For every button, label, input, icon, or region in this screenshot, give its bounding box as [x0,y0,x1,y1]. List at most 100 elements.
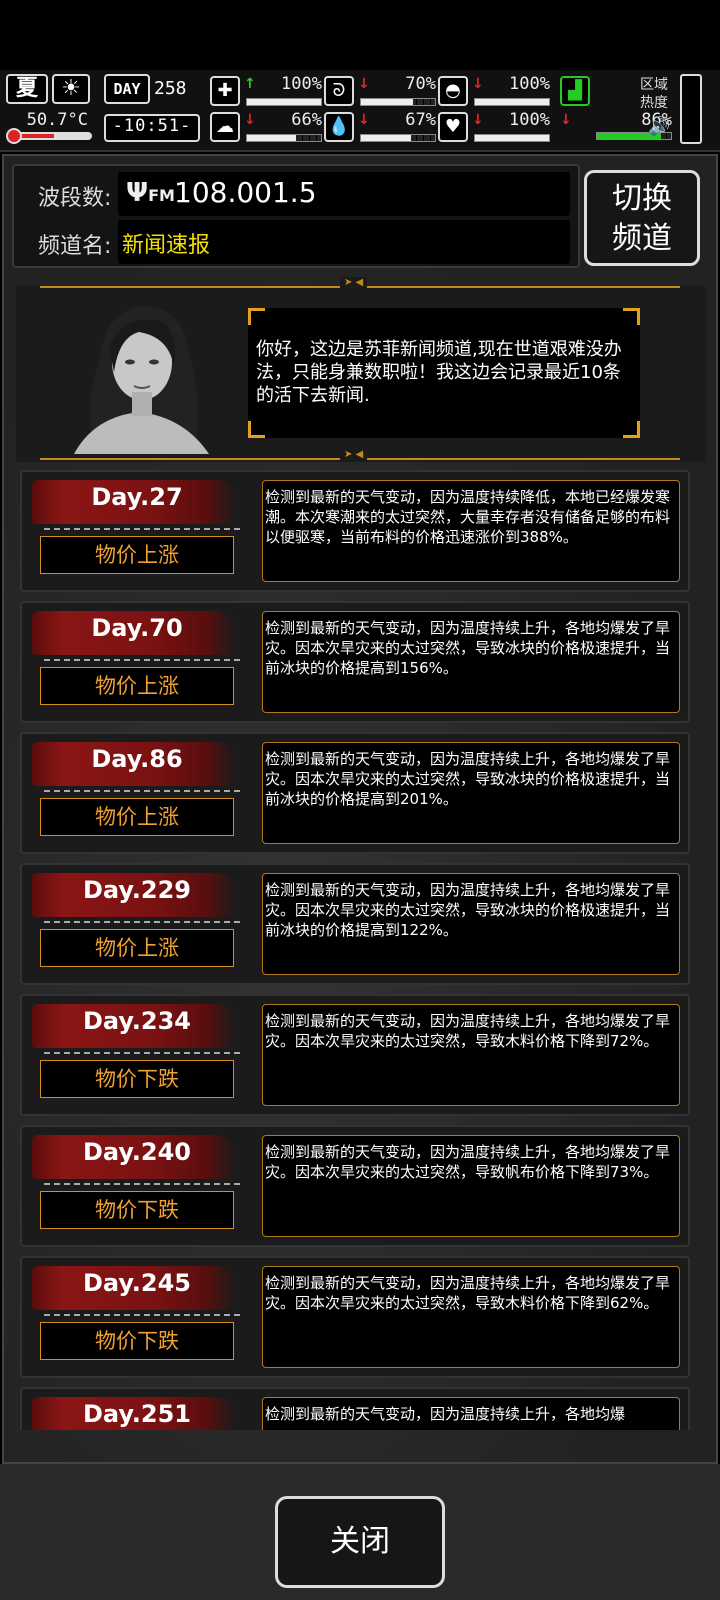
divider-top [40,277,680,288]
dashed-divider [44,1314,240,1316]
dashed-divider [44,921,240,923]
pill-icon: ◓ [438,76,468,106]
stat-bar [246,134,322,142]
news-day: Day.86 [91,745,183,773]
news-day: Day.229 [82,876,192,904]
switch-label-line2: 频道 [612,221,672,256]
stat-bar-fill [247,135,296,141]
dashed-divider [44,790,240,792]
temperature-value: 50.7°C [26,110,88,130]
trend-arrow-icon: ↓ [560,112,572,128]
news-text: 检测到最新的天气变动，因为温度持续上升，各地均爆发了旱灾。因本次旱灾来的太过突然… [262,742,680,844]
news-day: Day.240 [82,1138,192,1166]
stat-percent: 66% [291,110,322,130]
trend-arrow-icon: ↑ [244,76,256,92]
news-day: Day.27 [91,483,183,511]
stat-percent: 70% [405,74,436,94]
stat-bar [246,98,322,106]
stat-water-drop: 💧 ↓ 67% [324,110,436,144]
stat-brain: ☁ ↓ 66% [210,110,322,144]
news-text: 检测到最新的天气变动，因为温度持续上升，各地均爆发了旱灾。因本次旱灾来的太过突然… [262,611,680,713]
frequency-value: 108.001.5 [174,176,317,209]
dashed-divider [44,659,240,661]
channel-name: 新闻速报 [122,233,211,258]
price-tag: 物价下跌 [40,1322,234,1360]
stat-stomach: ᘐ ↓ 70% [324,74,436,108]
news-text: 检测到最新的天气变动，因为温度持续降低，本地已经爆发寒潮。本次寒潮来的太过突然，… [262,480,680,582]
stat-medkit: ✚ ↑ 100% [210,74,322,108]
frequency-display: ΨFM 108.001.5 [118,172,570,216]
day-counter: 258 [154,78,187,99]
channel-display: 新闻速报 [118,220,570,264]
anchor-portrait [54,292,224,454]
stat-bar [474,134,550,142]
news-text: 检测到最新的天气变动，因为温度持续上升，各地均爆发了旱灾。因本次旱灾来的太过突然… [262,1135,680,1237]
dashed-divider [44,1052,240,1054]
day-label: DAY [104,74,150,104]
news-day: Day.251 [82,1400,192,1428]
anchor-message: 你好，这边是苏菲新闻频道,现在世道艰难没办法，只能身兼数职啦！我这边会记录最近1… [256,339,622,406]
price-tag: 物价上涨 [40,667,234,705]
anchor-speech-bubble: 你好，这边是苏菲新闻频道,现在世道艰难没办法，只能身兼数职啦！我这边会记录最近1… [248,308,640,438]
stat-pill: ◓ ↓ 100% [438,74,550,108]
water-drop-icon: 💧 [324,112,354,142]
stat-percent: 100% [281,74,322,94]
news-item: Day.240 物价下跌 检测到最新的天气变动，因为温度持续上升，各地均爆发了旱灾。… [20,1125,690,1247]
radio-news-panel: 波段数: ΨFM 108.001.5 频道名: 新闻速报 切换 频道 你好，这边… [2,154,718,1464]
news-item: Day.251 检测到最新的天气变动，因为温度持续上升，各地均爆 [20,1387,690,1430]
close-button[interactable]: 关闭 [275,1496,445,1588]
price-tag: 物价下跌 [40,1191,234,1229]
boot-icon: ▟ [560,76,590,106]
switch-channel-button[interactable]: 切换 频道 [584,170,700,266]
heart-icon: ♥ [438,112,468,142]
stat-bar [474,98,550,106]
trend-arrow-icon: ↓ [472,112,484,128]
news-item: Day.70 物价上涨 检测到最新的天气变动，因为温度持续上升，各地均爆发了旱灾。因… [20,601,690,723]
stat-heart: ♥ ↓ 100% [438,110,550,144]
stat-bar-fill [475,99,549,105]
sun-icon: ☀ [52,74,90,104]
dashed-divider [44,528,240,530]
season-indicator: 夏 [6,74,48,104]
radio-tuner: 波段数: ΨFM 108.001.5 频道名: 新闻速报 [12,164,580,268]
trend-arrow-icon: ↓ [472,76,484,92]
stat-bar-fill [361,135,411,141]
price-tag: 物价下跌 [40,1060,234,1098]
band-label: 波段数: [38,186,112,211]
price-tag: 物价上涨 [40,536,234,574]
stat-bar [360,98,436,106]
brain-icon: ☁ [210,112,240,142]
news-text: 检测到最新的天气变动，因为温度持续上升，各地均爆发了旱灾。因本次旱灾来的太过突然… [262,873,680,975]
price-tag: 物价上涨 [40,929,234,967]
trend-arrow-icon: ↓ [358,112,370,128]
news-list[interactable]: Day.27 物价上涨 检测到最新的天气变动，因为温度持续降低，本地已经爆发寒潮。本… [20,470,690,1430]
region-heat-label: 区域热度 [640,77,668,111]
divider-bottom [40,449,680,460]
channel-label: 频道名: [38,234,112,259]
stat-bar-fill [475,135,549,141]
speaker-icon[interactable]: 🔊 [648,116,670,137]
status-hud: 夏 ☀ 50.7°C DAY 258 -10:51- ✚ ↑ 100% ᘐ ↓ 70% ◓ ↓… [0,70,720,152]
news-item: Day.245 物价下跌 检测到最新的天气变动，因为温度持续上升，各地均爆发了旱灾。… [20,1256,690,1378]
stat-bar [360,134,436,142]
news-day: Day.245 [82,1269,192,1297]
stat-bar-fill [247,99,321,105]
price-tag: 物价上涨 [40,798,234,836]
stat-percent: 67% [405,110,436,130]
news-text: 检测到最新的天气变动，因为温度持续上升，各地均爆发了旱灾。因本次旱灾来的太过突然… [262,1266,680,1368]
news-day: Day.70 [91,614,183,642]
stat-percent: 100% [509,74,550,94]
thermometer-icon [6,128,22,144]
region-heat-bar [680,74,702,144]
dashed-divider [44,1183,240,1185]
trend-arrow-icon: ↓ [244,112,256,128]
news-item: Day.86 物价上涨 检测到最新的天气变动，因为温度持续上升，各地均爆发了旱灾。因… [20,732,690,854]
news-text: 检测到最新的天气变动，因为温度持续上升，各地均爆发了旱灾。因本次旱灾来的太过突然… [262,1004,680,1106]
stat-percent: 100% [509,110,550,130]
game-clock: -10:51- [104,114,200,142]
news-item: Day.234 物价下跌 检测到最新的天气变动，因为温度持续上升，各地均爆发了旱灾。… [20,994,690,1116]
news-anchor-section: 你好，这边是苏菲新闻频道,现在世道艰难没办法，只能身兼数职啦！我这边会记录最近1… [16,277,706,462]
antenna-fm-icon: ΨFM [126,178,175,208]
news-item: Day.229 物价上涨 检测到最新的天气变动，因为温度持续上升，各地均爆发了旱灾。… [20,863,690,985]
news-item: Day.27 物价上涨 检测到最新的天气变动，因为温度持续降低，本地已经爆发寒潮。本… [20,470,690,592]
